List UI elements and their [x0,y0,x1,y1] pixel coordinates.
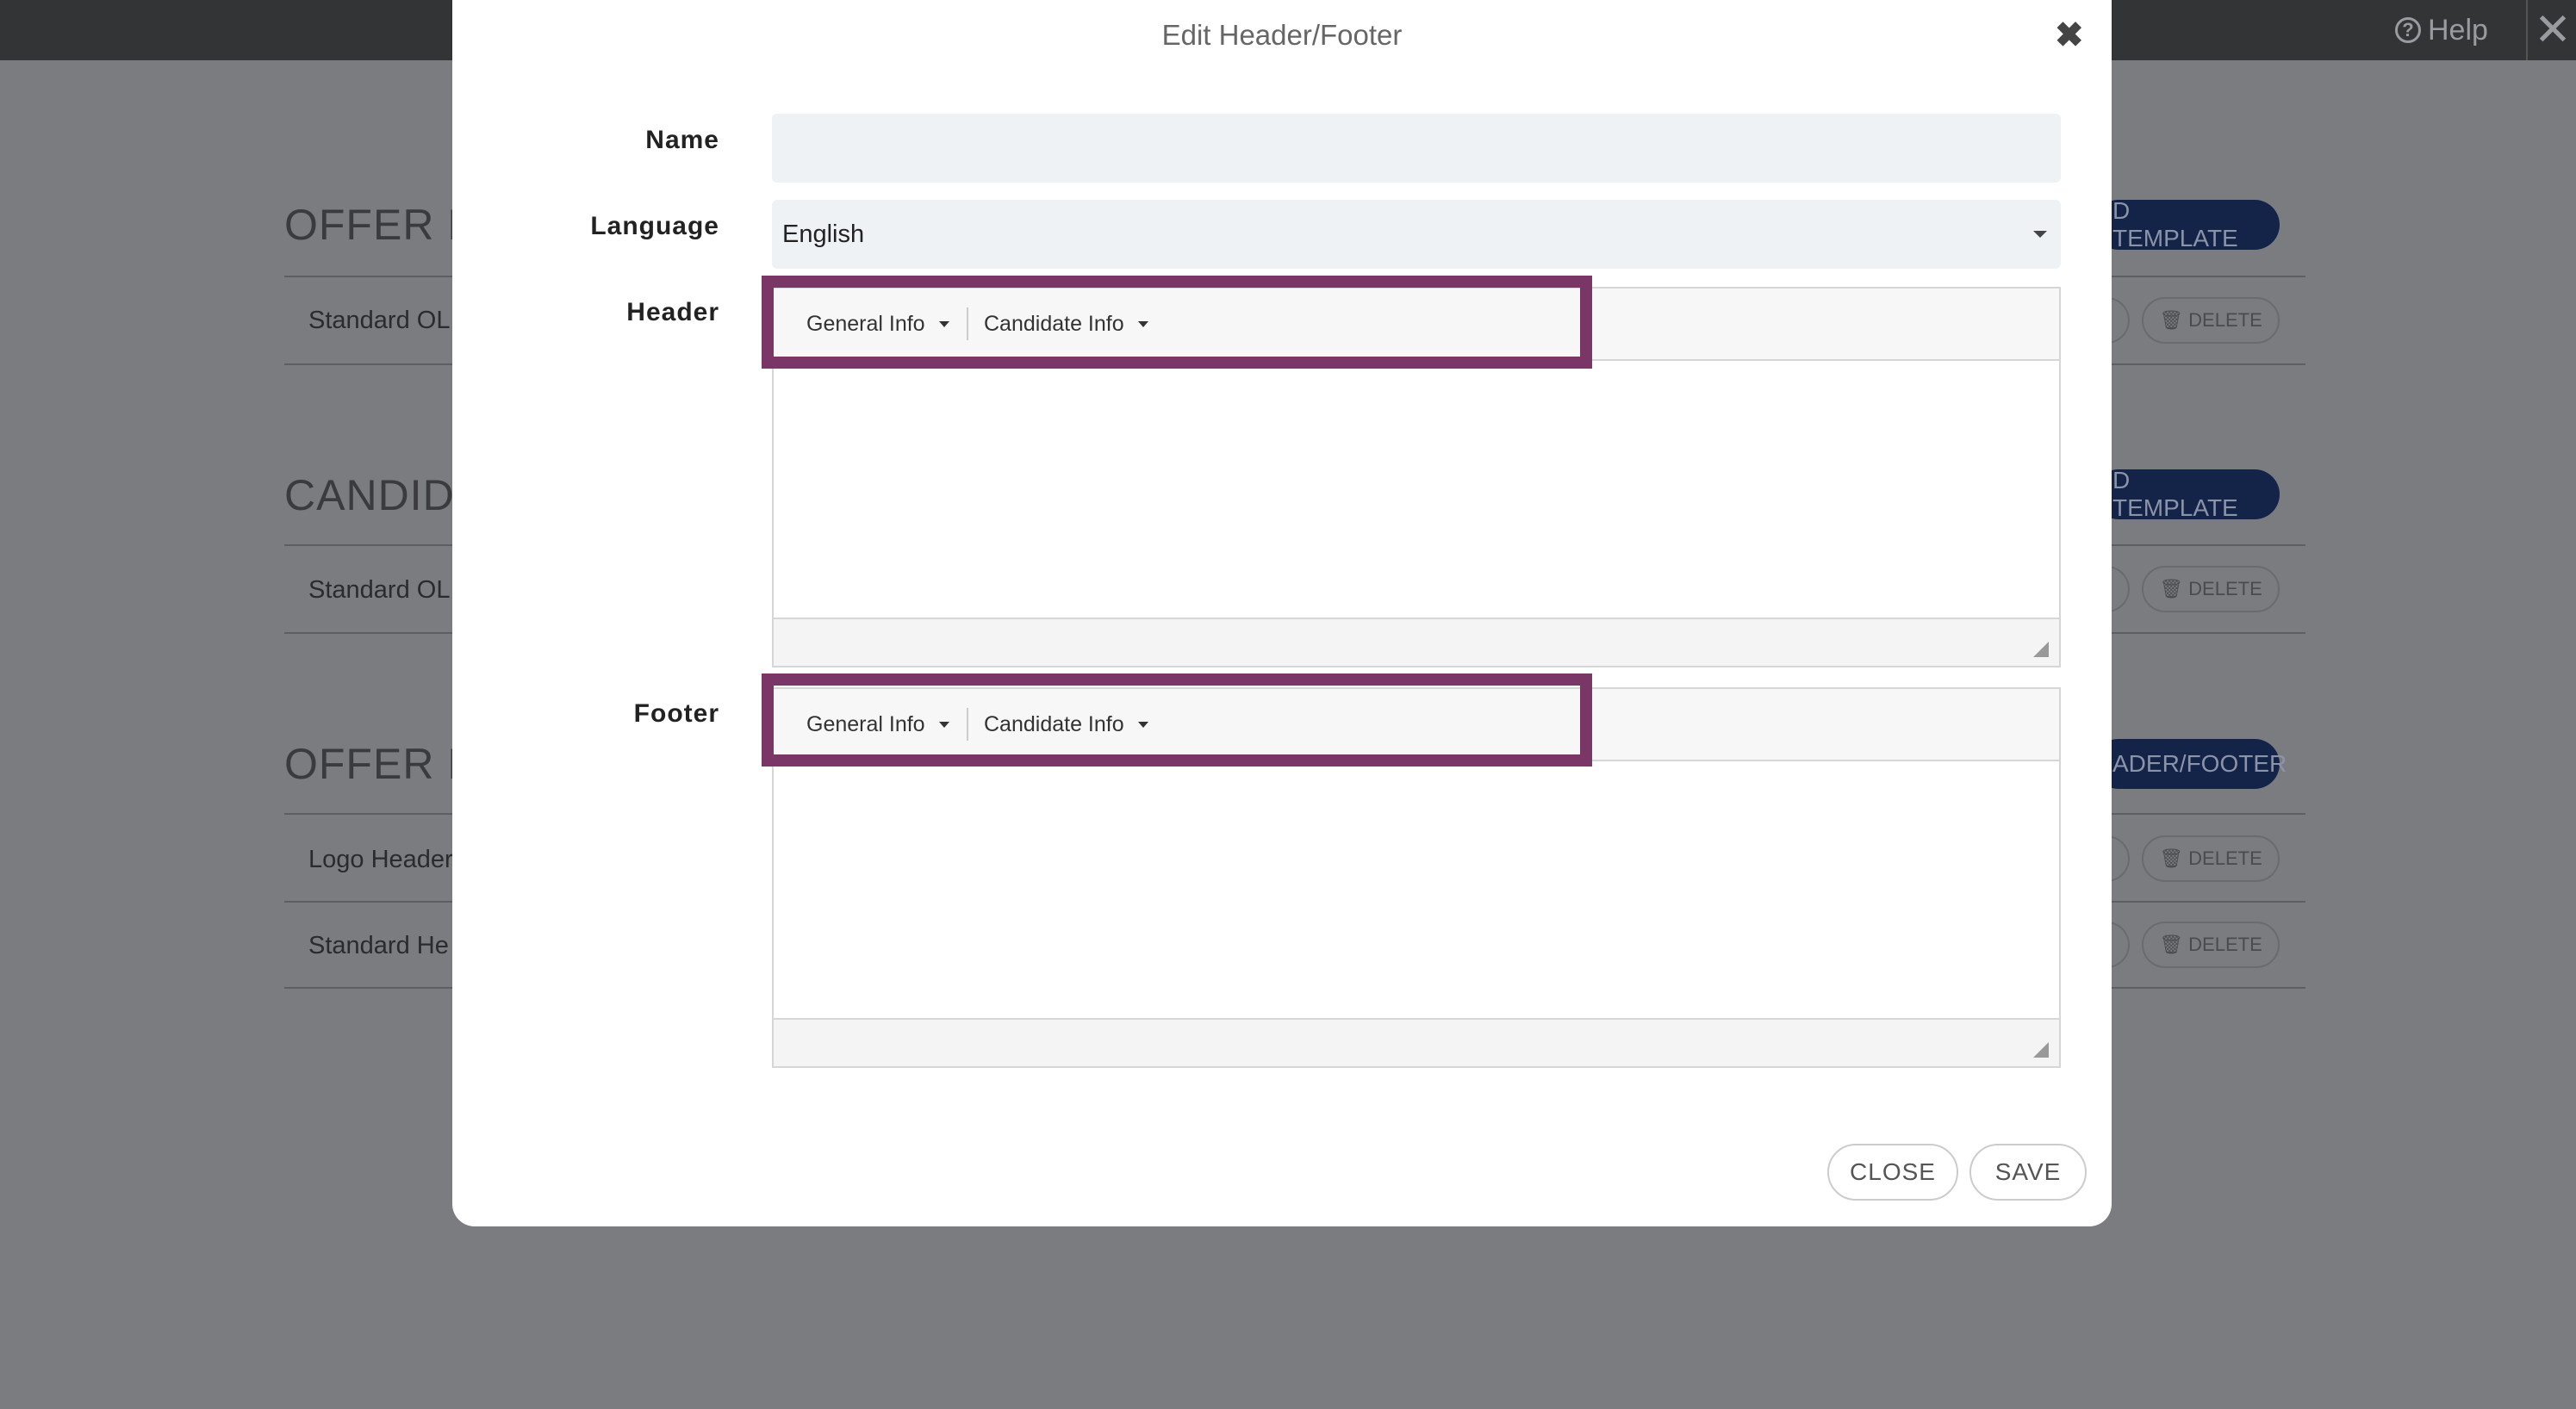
trash-icon: 🗑 [2159,847,2184,869]
name-label: Name [645,126,719,154]
footer-statusbar [774,1018,2059,1066]
list-item: Logo Header [308,846,453,873]
header-label: Header [626,298,719,326]
footer-label: Footer [633,699,719,728]
delete-button[interactable]: 🗑 DELETE [2142,297,2280,344]
list-item: Standard He [308,932,449,959]
help-label: Help [2428,13,2488,47]
trash-icon: 🗑 [2159,309,2184,331]
delete-button[interactable]: 🗑 DELETE [2142,922,2280,968]
header-statusbar [774,618,2059,666]
language-value: English [782,220,865,248]
name-input[interactable] [772,114,2061,183]
close-button[interactable]: CLOSE [1827,1144,1958,1201]
trash-icon: 🗑 [2159,934,2184,955]
chevron-down-icon [2033,231,2047,238]
add-template-button[interactable]: D TEMPLATE [2094,197,2280,251]
trash-icon: 🗑 [2159,578,2184,599]
list-item: Standard OL [308,576,451,604]
list-item: Standard OL [308,307,451,334]
resize-handle-icon[interactable] [2033,1042,2049,1058]
help-icon: ? [2395,17,2421,43]
help-link[interactable]: ? Help [2395,7,2488,53]
footer-toolbar-highlight [762,673,1592,767]
save-button[interactable]: SAVE [1969,1144,2087,1201]
close-icon[interactable]: ✕ [2526,0,2576,60]
resize-handle-icon[interactable] [2033,642,2049,657]
language-label: Language [590,212,719,240]
close-icon[interactable]: ✖ [2055,16,2084,55]
add-template-button[interactable]: D TEMPLATE [2094,467,2280,521]
header-toolbar-highlight [762,276,1592,369]
add-header-footer-button[interactable]: ADER/FOOTER [2094,739,2287,789]
delete-button[interactable]: 🗑 DELETE [2142,566,2280,612]
delete-button[interactable]: 🗑 DELETE [2142,835,2280,882]
edit-header-footer-modal: Edit Header/Footer ✖ Name Language Engli… [452,0,2112,1226]
modal-title: Edit Header/Footer [1161,19,1403,51]
language-select[interactable]: English [772,200,2061,269]
